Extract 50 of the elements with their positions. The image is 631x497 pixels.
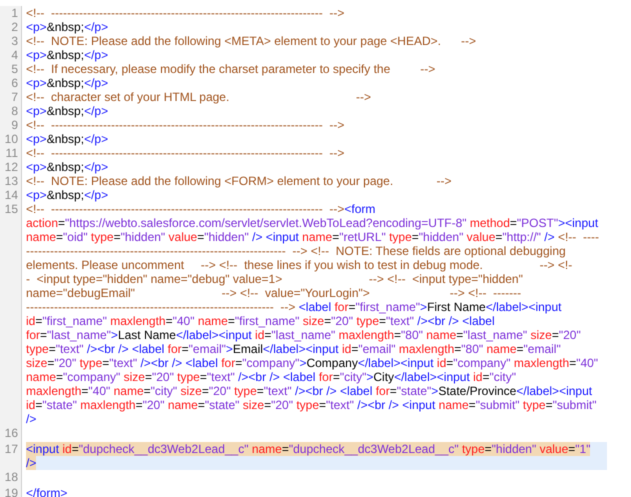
line-number: 16	[4, 426, 18, 440]
code-line: for="last_name">Last Name</label><input id="last_name" maxlength="80" name="last_name" size="20"	[26, 328, 582, 342]
code-line: ----------------------------------------------------------------- --> <!-- NOTE: These fields are optional debugging	[26, 244, 567, 258]
code-line: <!-- character set of your HTML page. -->	[26, 90, 372, 104]
line-number: 9	[11, 118, 18, 132]
code-line: action="https://webto.salesforce.com/servlet/servlet.WebToLead?encoding=UTF-8" method="POST"><input	[26, 216, 600, 230]
line-number: 5	[11, 62, 18, 76]
code-line: maxlength="40" name="city" size="20" type="text" /><br /> <label for="state">State/Province</label><input	[26, 384, 594, 398]
code-line: type="text" /><br /> <label for="email">Email</label><input id="email" maxlength="80" name="email"	[26, 342, 562, 356]
line-number: 1	[11, 6, 18, 20]
code-line: <p>&nbsp;</p>	[26, 104, 110, 118]
line-number: 7	[11, 90, 18, 104]
line-number: 17	[4, 442, 18, 456]
code-line: <p>&nbsp;</p>	[26, 20, 110, 34]
code-line: size="20" type="text" /><br /> <label for="company">Company</label><input id="company" maxlength="40"	[26, 356, 600, 370]
code-line: <!-- NOTE: Please add the following <FORM> element to your page. -->	[26, 174, 453, 188]
line-number: 13	[4, 174, 18, 188]
code-line: <p>&nbsp;</p>	[26, 48, 110, 62]
code-line: </form>	[26, 486, 68, 497]
line-number: 14	[4, 188, 18, 202]
line-number: 4	[11, 48, 18, 62]
code-line: <p>&nbsp;</p>	[26, 132, 110, 146]
code-line: <p>&nbsp;</p>	[26, 76, 110, 90]
line-number: 6	[11, 76, 18, 90]
line-number: 2	[11, 20, 18, 34]
code-line: - <input type="hidden" name="debug" value=1> --> <!-- <input type="hidden"	[26, 272, 524, 286]
code-line: id="state" maxlength="20" name="state" size="20" type="text" /><br /> <input name="submit" type="submit"	[26, 398, 598, 412]
line-number: 11	[6, 146, 18, 160]
code-line: name="debugEmail" --> <!-- value="YourLogin"> --> <!-- -------	[26, 286, 522, 300]
code-line: elements. Please uncomment --> <!-- these lines if you wish to test in debug mode. --> <!-	[26, 258, 574, 272]
code-line: <p>&nbsp;</p>	[26, 188, 110, 202]
code-line: name="oid" type="hidden" value="hidden" /> <input name="retURL" type="hidden" value="http://" /> <!-- ----	[26, 230, 600, 244]
code-line: />	[26, 412, 38, 426]
line-number: 3	[11, 34, 18, 48]
code-line: <!-- -------------------------------------------------------------------- -->	[26, 146, 346, 160]
line-number: 18	[4, 470, 18, 484]
line-number: 8	[11, 104, 18, 118]
line-number: 10	[4, 132, 18, 146]
code-line: name="company" size="20" type="text" /><br /> <label for="city">City</label><input id="city"	[26, 370, 518, 384]
code-line: id="first_name" maxlength="40" name="first_name" size="20" type="text" /><br /> <label	[26, 314, 496, 328]
code-line: <!-- If necessary, please modify the charset parameter to specify the -->	[26, 62, 436, 76]
line-number: 19	[4, 486, 18, 497]
code-line: <!-- -------------------------------------------------------------------- --><form	[26, 202, 376, 216]
code-line: <!-- -------------------------------------------------------------------- -->	[26, 6, 346, 20]
code-line: <p>&nbsp;</p>	[26, 160, 110, 174]
line-number: 15	[4, 202, 18, 216]
code-line: -------------------------------------------------------------- --> <label for="first_name">First Name</label><input	[26, 300, 562, 314]
code-line: <!-- -------------------------------------------------------------------- -->	[26, 118, 346, 132]
line-number: 12	[4, 160, 18, 174]
code-line: <!-- NOTE: Please add the following <META> element to your page <HEAD>. -->	[26, 34, 477, 48]
